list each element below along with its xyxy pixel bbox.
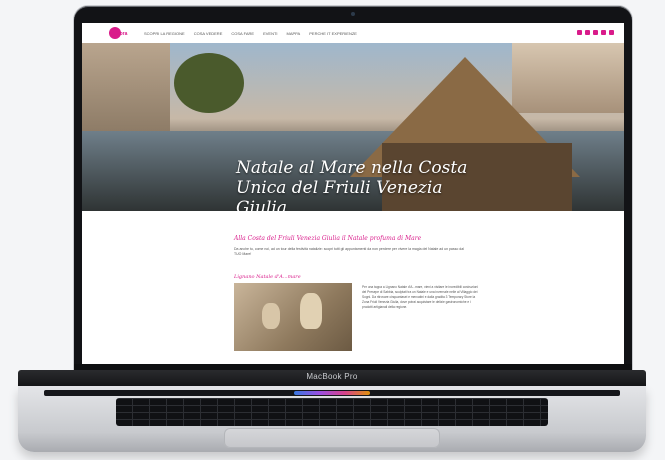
hero-building-left [82,43,170,133]
content-subheading: Alla Costa del Friuli Venezia Giulia il … [234,235,422,242]
laptop-base [18,386,646,452]
laptop-hinge: MacBook Pro [18,370,646,386]
hero-tree [174,53,244,113]
menu-item-cosa-fare[interactable]: COSA FARE [231,31,254,36]
menu-item-esperienze[interactable]: PERCHE IT EXPERIENZE [309,31,357,36]
youtube-icon[interactable] [593,30,598,35]
menu-item-eventi[interactable]: EVENTI [263,31,277,36]
sculpture-face [262,303,280,329]
social-icons [577,30,614,35]
trackpad[interactable] [224,428,440,448]
menu-item-scopri[interactable]: SCOPRI LA REGIONE [144,31,185,36]
laptop-lid: Bora SCOPRI LA REGIONE COSA VEDERE COSA … [74,6,632,374]
hero-banner: Natale al Mare nella Costa Unica del Fri… [82,43,624,211]
search-icon[interactable] [609,30,614,35]
touch-bar[interactable] [44,390,620,396]
main-menu: SCOPRI LA REGIONE COSA VEDERE COSA FARE … [144,31,357,36]
hero-title: Natale al Mare nella Costa Unica del Fri… [236,158,468,211]
sand-sculpture-image [234,283,352,351]
site-navbar: Bora SCOPRI LA REGIONE COSA VEDERE COSA … [82,23,624,44]
laptop-screen: Bora SCOPRI LA REGIONE COSA VEDERE COSA … [82,23,624,372]
tiktok-icon[interactable] [601,30,606,35]
instagram-icon[interactable] [585,30,590,35]
content-intro: Da anche tu, come noi, ad un tour della … [234,247,464,256]
section-text: Per una tappa a Lignano Natale d'A...mar… [362,285,478,309]
sculpture-horse [300,293,322,329]
keyboard[interactable] [116,398,548,426]
site-logo-text[interactable]: Bora [116,31,127,37]
facebook-icon[interactable] [577,30,582,35]
siri-glow-icon [294,391,370,395]
menu-item-cosa-vedere[interactable]: COSA VEDERE [194,31,223,36]
section-title: Lignano Natale d'A...mare [234,274,301,280]
menu-item-mappa[interactable]: MAPPA [287,31,301,36]
laptop-brand-label: MacBook Pro [306,372,358,381]
page-content: Alla Costa del Friuli Venezia Giulia il … [82,211,624,372]
camera-icon [351,12,355,16]
